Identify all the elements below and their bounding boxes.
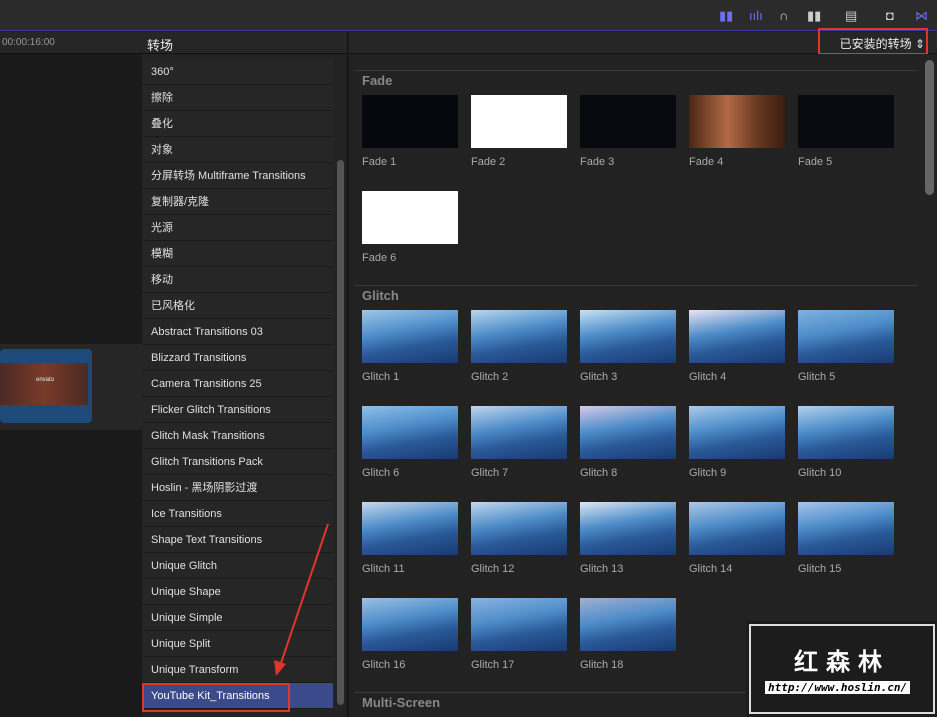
category-item[interactable]: Flicker Glitch Transitions	[143, 397, 333, 423]
transition-label: Glitch 9	[689, 467, 727, 479]
category-item[interactable]: 360°	[143, 59, 333, 85]
transition-label: Glitch 4	[689, 371, 727, 383]
category-item[interactable]: Hoslin - 黑场阴影过渡	[143, 475, 333, 501]
transition-thumbnail[interactable]	[471, 598, 567, 651]
transition-label: Fade 6	[362, 252, 397, 264]
transition-label: Fade 3	[580, 156, 615, 168]
transition-thumbnail[interactable]	[689, 310, 785, 363]
transition-thumbnail[interactable]	[471, 310, 567, 363]
transition-label: Glitch 3	[580, 371, 618, 383]
watermark-url: http://www.hoslin.cn/	[765, 681, 911, 694]
browser-scrollbar[interactable]	[925, 60, 934, 195]
sidebar-header: 转场	[142, 32, 348, 54]
clip-appearance-icon[interactable]: ▮▮	[719, 8, 733, 24]
category-item[interactable]: 对象	[143, 137, 333, 163]
category-item[interactable]: Glitch Transitions Pack	[143, 449, 333, 475]
transition-thumbnail[interactable]	[471, 95, 567, 148]
watermark-logo: 红森林 http://www.hoslin.cn/	[749, 624, 935, 714]
transition-thumbnail[interactable]	[580, 502, 676, 555]
transition-label: Glitch 1	[362, 371, 400, 383]
transition-label: Glitch 18	[580, 659, 624, 671]
sidebar-title: 转场	[147, 38, 174, 53]
category-item[interactable]: 移动	[143, 267, 333, 293]
transition-thumbnail[interactable]	[689, 95, 785, 148]
annotation-box-selected	[142, 683, 290, 712]
section-title: Multi-Screen	[362, 695, 441, 710]
transition-thumbnail[interactable]	[798, 406, 894, 459]
transition-thumbnail[interactable]	[471, 502, 567, 555]
transition-label: Fade 1	[362, 156, 397, 168]
skimming-icon[interactable]: ▮▮	[807, 8, 821, 24]
category-item[interactable]: 叠化	[143, 111, 333, 137]
transition-thumbnail[interactable]	[362, 502, 458, 555]
transition-label: Fade 2	[471, 156, 506, 168]
transition-thumbnail[interactable]	[362, 598, 458, 651]
transition-label: Glitch 6	[362, 467, 400, 479]
transitions-browser-icon[interactable]: ⋈	[915, 8, 928, 24]
transition-thumbnail[interactable]	[689, 502, 785, 555]
annotation-arrow	[274, 523, 329, 676]
transition-label: Glitch 5	[798, 371, 836, 383]
transition-thumbnail[interactable]	[580, 598, 676, 651]
clip-label: envato	[36, 377, 55, 383]
category-item[interactable]: 分屏转场 Multiframe Transitions	[143, 163, 333, 189]
transition-label: Fade 4	[689, 156, 724, 168]
category-item[interactable]: Camera Transitions 25	[143, 371, 333, 397]
transition-label: Glitch 14	[689, 563, 733, 575]
transition-thumbnail[interactable]	[798, 502, 894, 555]
filmstrip-icon[interactable]: ▤	[845, 8, 857, 24]
transition-label: Glitch 15	[798, 563, 842, 575]
transition-label: Glitch 8	[580, 467, 618, 479]
section-title: Glitch	[362, 288, 399, 303]
category-item[interactable]: 模糊	[143, 241, 333, 267]
transition-thumbnail[interactable]	[580, 406, 676, 459]
headphones-icon[interactable]: ∩	[779, 8, 788, 23]
top-toolbar: ▮▮ ıılı ∩ ▮▮ ▤ ◘ ⋈	[0, 0, 937, 31]
category-item[interactable]: 已风格化	[143, 293, 333, 319]
transition-thumbnail[interactable]	[362, 191, 458, 244]
transition-label: Glitch 13	[580, 563, 624, 575]
transition-thumbnail[interactable]	[798, 310, 894, 363]
transition-thumbnail[interactable]	[580, 310, 676, 363]
transition-label: Glitch 10	[798, 467, 842, 479]
transition-label: Glitch 2	[471, 371, 509, 383]
category-item[interactable]: Blizzard Transitions	[143, 345, 333, 371]
timeline-header: 00:00:16:00	[0, 32, 142, 54]
window-icon[interactable]: ◘	[886, 8, 894, 23]
transition-thumbnail[interactable]	[689, 406, 785, 459]
watermark-title: 红森林	[794, 649, 890, 676]
category-item[interactable]: Glitch Mask Transitions	[143, 423, 333, 449]
transition-label: Glitch 11	[362, 563, 405, 575]
transition-thumbnail[interactable]	[471, 406, 567, 459]
section-divider	[355, 70, 917, 71]
audio-waveform-icon[interactable]: ıılı	[749, 8, 763, 23]
transition-thumbnail[interactable]	[362, 95, 458, 148]
transition-thumbnail[interactable]	[798, 95, 894, 148]
section-divider	[355, 285, 917, 286]
transition-label: Glitch 17	[471, 659, 515, 671]
annotation-box-filter	[818, 28, 928, 55]
section-title: Fade	[362, 73, 393, 88]
category-item[interactable]: 擦除	[143, 85, 333, 111]
transition-label: Glitch 12	[471, 563, 515, 575]
transition-label: Glitch 7	[471, 467, 509, 479]
transition-label: Glitch 16	[362, 659, 406, 671]
transition-thumbnail[interactable]	[580, 95, 676, 148]
category-item[interactable]: 光源	[143, 215, 333, 241]
category-item[interactable]: 复制器/克隆	[143, 189, 333, 215]
category-item[interactable]: Abstract Transitions 03	[143, 319, 333, 345]
timecode: 00:00:16:00	[2, 37, 55, 48]
transition-thumbnail[interactable]	[362, 310, 458, 363]
transition-thumbnail[interactable]	[362, 406, 458, 459]
timeline-clip[interactable]: envato	[0, 349, 92, 423]
transition-label: Fade 5	[798, 156, 833, 168]
